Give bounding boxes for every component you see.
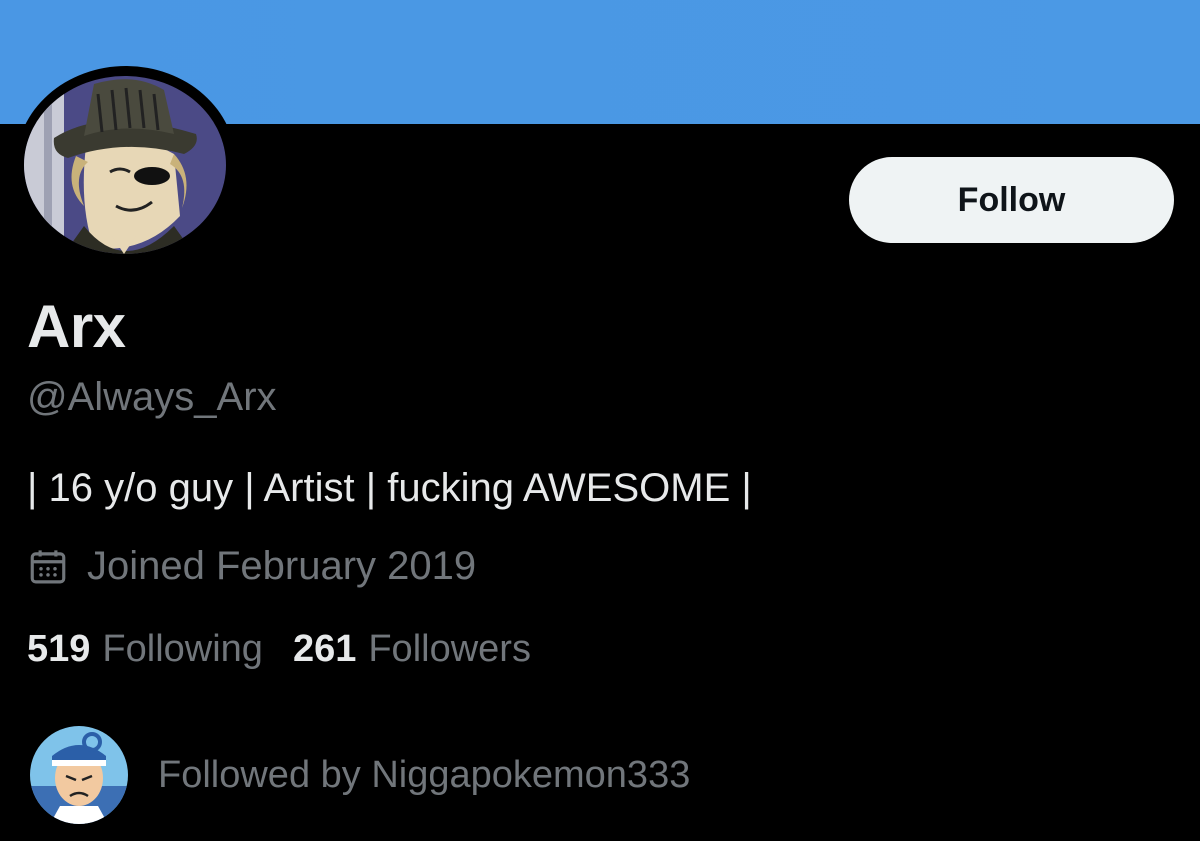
followers-label: Followers (368, 628, 531, 670)
avatar-illustration (24, 76, 226, 254)
display-name: Arx (27, 293, 126, 360)
followed-by[interactable]: Followed by Niggapokemon333 (30, 726, 690, 824)
follower-avatar-illustration (30, 726, 128, 824)
profile-bio: | 16 y/o guy | Artist | fucking AWESOME … (27, 466, 752, 510)
follow-button[interactable]: Follow (849, 157, 1174, 243)
follow-stats: 519 Following 261 Followers (27, 628, 561, 671)
joined-label: Joined February 2019 (87, 544, 477, 588)
follower-avatar[interactable] (30, 726, 128, 824)
profile-avatar[interactable] (24, 76, 226, 254)
following-label: Following (102, 628, 263, 670)
user-handle: @Always_Arx (27, 375, 277, 419)
following-link[interactable]: 519 Following (27, 628, 263, 671)
followers-link[interactable]: 261 Followers (293, 628, 531, 671)
calendar-icon (30, 549, 66, 583)
following-count: 519 (27, 628, 91, 670)
followed-by-text: Followed by Niggapokemon333 (158, 753, 691, 796)
joined-date: Joined February 2019 (27, 544, 476, 589)
followers-count: 261 (292, 628, 357, 670)
